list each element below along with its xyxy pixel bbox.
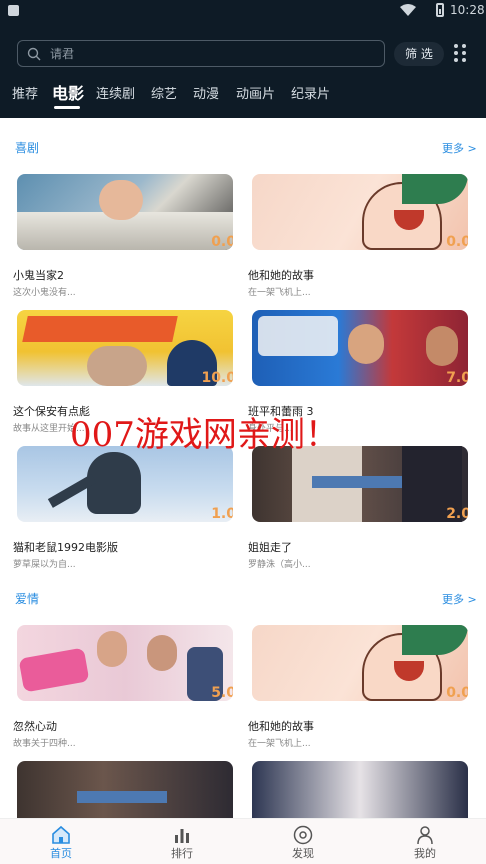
movie-desc: 在一架飞机上... <box>248 739 311 749</box>
nav-profile-label: 我的 <box>414 847 436 860</box>
top-header: 10:28 请君 筛 选 推荐 电影 连续剧 综艺 动漫 动画片 纪录片 <box>0 0 486 118</box>
section-title-comedy: 喜剧 <box>15 141 40 155</box>
score-badge: 2.0 <box>446 506 468 522</box>
search-input[interactable]: 请君 <box>17 40 385 67</box>
movie-poster: 0.0 <box>252 174 468 250</box>
status-time: 10:28 <box>450 3 485 17</box>
tab-variety[interactable]: 综艺 <box>151 83 177 102</box>
search-icon <box>27 47 41 61</box>
bar-chart-icon <box>175 829 189 843</box>
tab-anime[interactable]: 动漫 <box>193 83 219 102</box>
tab-recommend[interactable]: 推荐 <box>12 83 38 102</box>
disc-icon <box>293 825 313 845</box>
score-badge: 0.0 <box>446 685 468 701</box>
nav-discover-label: 发现 <box>292 847 314 860</box>
score-badge: 0.0 <box>446 234 468 250</box>
score-badge: 0.0 <box>211 234 233 250</box>
more-link-romance[interactable]: 更多 > <box>442 591 477 607</box>
grid-menu-icon[interactable] <box>454 44 470 62</box>
movie-desc: 罗静洙（高小... <box>248 560 311 570</box>
battery-icon <box>436 3 444 17</box>
bottom-nav: 首页 排行 发现 我的 <box>0 818 486 864</box>
movie-title: 忽然心动 <box>13 720 57 733</box>
nav-home[interactable]: 首页 <box>21 819 101 864</box>
movie-poster: 10.0 <box>17 310 233 386</box>
more-link-comedy[interactable]: 更多 > <box>442 140 477 156</box>
movie-desc: 在一架飞机上... <box>248 288 311 298</box>
nav-ranking-label: 排行 <box>171 847 193 860</box>
nav-discover[interactable]: 发现 <box>263 819 343 864</box>
watermark-text: 007游戏网亲测！ <box>70 415 339 455</box>
nav-profile[interactable]: 我的 <box>385 819 465 864</box>
score-badge: 5.0 <box>211 685 233 701</box>
movie-desc: 这次小鬼没有... <box>13 288 76 298</box>
score-badge: 7.0 <box>446 370 468 386</box>
movie-poster: 5.0 <box>17 625 233 701</box>
tab-series[interactable]: 连续剧 <box>96 83 135 102</box>
movie-title: 猫和老鼠1992电影版 <box>13 541 118 554</box>
movie-title: 姐姐走了 <box>248 541 292 554</box>
movie-title: 他和她的故事 <box>248 720 314 733</box>
movie-poster: 1.0 <box>17 446 233 522</box>
status-bar: 10:28 <box>0 0 486 22</box>
wifi-icon <box>400 4 416 16</box>
movie-title: 小鬼当家2 <box>13 269 64 282</box>
home-icon <box>52 825 70 844</box>
movie-poster: 0.0 <box>252 625 468 701</box>
nav-home-label: 首页 <box>50 847 72 860</box>
tab-documentary[interactable]: 纪录片 <box>291 83 330 102</box>
movie-desc: 萝草屎以为自... <box>13 560 76 570</box>
notification-icon <box>8 5 19 16</box>
movie-desc: 故事关于四种... <box>13 739 76 749</box>
movie-poster: 0.0 <box>17 174 233 250</box>
movie-poster: 7.0 <box>252 310 468 386</box>
score-badge: 10.0 <box>201 370 233 386</box>
movie-poster <box>17 761 233 818</box>
movie-title: 他和她的故事 <box>248 269 314 282</box>
section-title-romance: 爱情 <box>15 592 40 606</box>
category-tabs: 推荐 电影 连续剧 综艺 动漫 动画片 纪录片 <box>0 80 486 110</box>
tab-cartoon[interactable]: 动画片 <box>236 83 275 102</box>
movie-poster: 2.0 <box>252 446 468 522</box>
nav-ranking[interactable]: 排行 <box>142 819 222 864</box>
search-placeholder: 请君 <box>50 47 75 61</box>
filter-button[interactable]: 筛 选 <box>394 42 444 66</box>
score-badge: 1.0 <box>211 506 233 522</box>
tab-movie[interactable]: 电影 <box>52 80 84 109</box>
movie-poster <box>252 761 468 818</box>
user-icon <box>417 826 433 845</box>
